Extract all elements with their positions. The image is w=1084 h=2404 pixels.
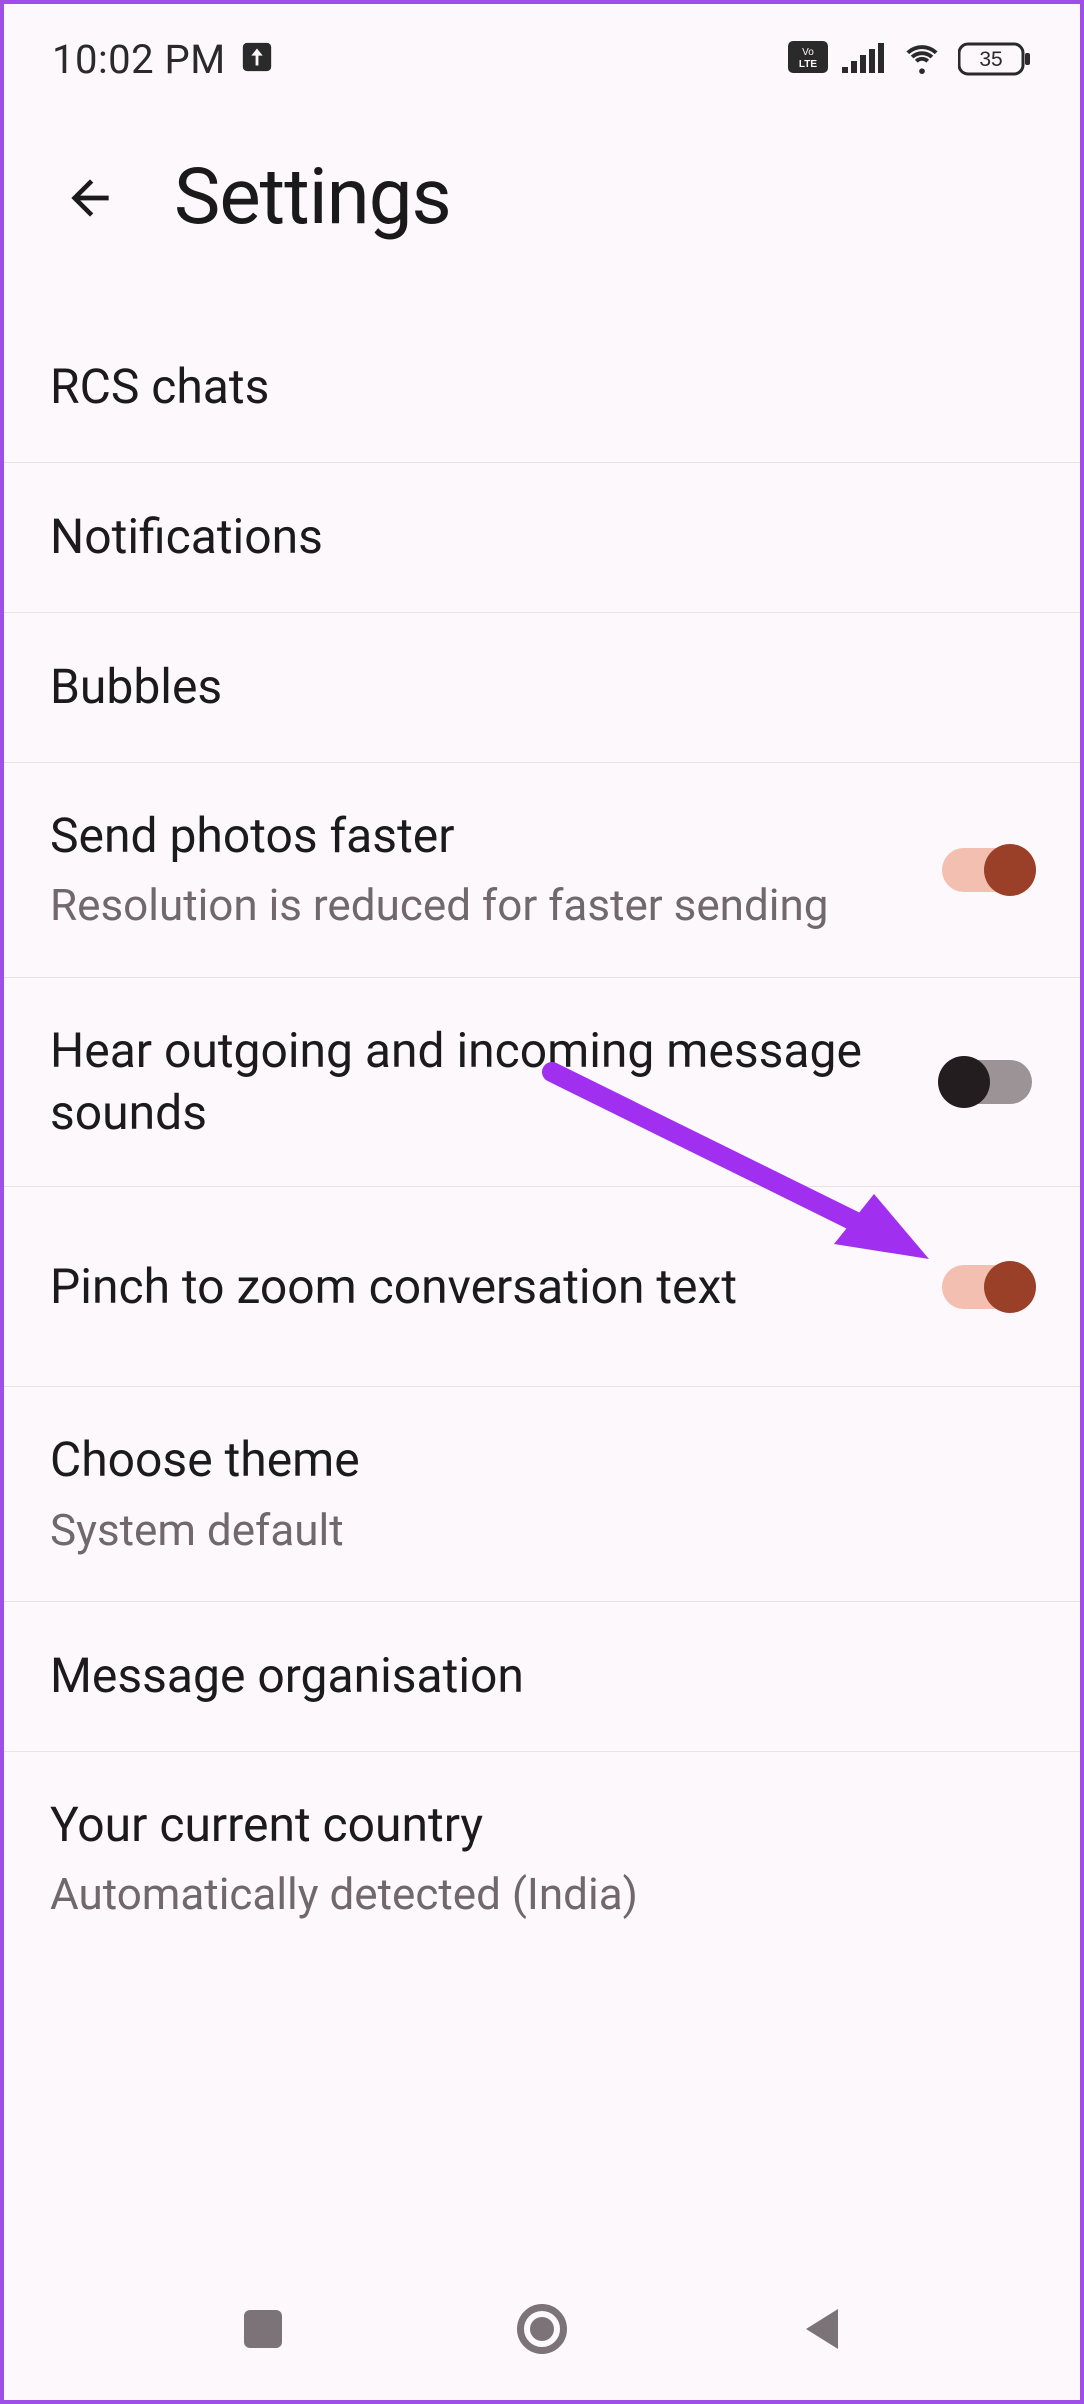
- wifi-icon: [900, 40, 944, 78]
- battery-icon: 35: [958, 41, 1032, 77]
- status-left: 10:02 PM: [52, 36, 274, 83]
- nav-recent-button[interactable]: [228, 2294, 298, 2364]
- row-title: Bubbles: [50, 656, 1008, 718]
- arrow-back-icon: [62, 170, 118, 226]
- row-title: Message organisation: [50, 1645, 1008, 1707]
- svg-text:LTE: LTE: [799, 59, 817, 70]
- signal-icon: [842, 41, 886, 77]
- row-notifications[interactable]: Notifications: [4, 463, 1080, 613]
- toggle-send-photos-faster[interactable]: [942, 848, 1032, 892]
- row-title: Choose theme: [50, 1429, 1008, 1491]
- row-title: Notifications: [50, 506, 1008, 568]
- nav-back-button[interactable]: [786, 2294, 856, 2364]
- row-choose-theme[interactable]: Choose theme System default: [4, 1387, 1080, 1602]
- toggle-pinch-zoom[interactable]: [942, 1265, 1032, 1309]
- triangle-back-icon: [800, 2305, 842, 2353]
- row-bubbles[interactable]: Bubbles: [4, 613, 1080, 763]
- nav-home-button[interactable]: [507, 2294, 577, 2364]
- status-right: VoLTE 35: [788, 40, 1032, 78]
- row-message-organisation[interactable]: Message organisation: [4, 1602, 1080, 1752]
- status-bar: 10:02 PM VoLTE 35: [4, 4, 1080, 104]
- upload-icon: [240, 40, 274, 78]
- navigation-bar: [4, 2270, 1080, 2400]
- row-title: Send photos faster: [50, 805, 918, 867]
- row-title: Hear outgoing and incoming message sound…: [50, 1020, 918, 1145]
- square-icon: [244, 2310, 282, 2348]
- row-subtitle: Automatically detected (India): [50, 1866, 1008, 1923]
- row-send-photos-faster[interactable]: Send photos faster Resolution is reduced…: [4, 763, 1080, 978]
- row-title: RCS chats: [50, 356, 1008, 418]
- status-time: 10:02 PM: [52, 36, 226, 83]
- circle-icon: [517, 2304, 567, 2354]
- row-title: Your current country: [50, 1794, 1008, 1856]
- row-current-country[interactable]: Your current country Automatically detec…: [4, 1752, 1080, 1966]
- battery-level: 35: [979, 48, 1002, 71]
- row-title: Pinch to zoom conversation text: [50, 1256, 918, 1318]
- row-subtitle: Resolution is reduced for faster sending: [50, 877, 918, 934]
- page-title: Settings: [174, 152, 451, 243]
- back-button[interactable]: [62, 170, 118, 226]
- volte-icon: VoLTE: [788, 41, 828, 77]
- row-pinch-zoom[interactable]: Pinch to zoom conversation text: [4, 1187, 1080, 1387]
- settings-list: RCS chats Notifications Bubbles Send pho…: [4, 313, 1080, 1966]
- row-subtitle: System default: [50, 1502, 1008, 1559]
- toggle-message-sounds[interactable]: [942, 1060, 1032, 1104]
- row-message-sounds[interactable]: Hear outgoing and incoming message sound…: [4, 978, 1080, 1188]
- header: Settings: [4, 104, 1080, 313]
- row-rcs-chats[interactable]: RCS chats: [4, 313, 1080, 463]
- svg-text:Vo: Vo: [802, 47, 814, 58]
